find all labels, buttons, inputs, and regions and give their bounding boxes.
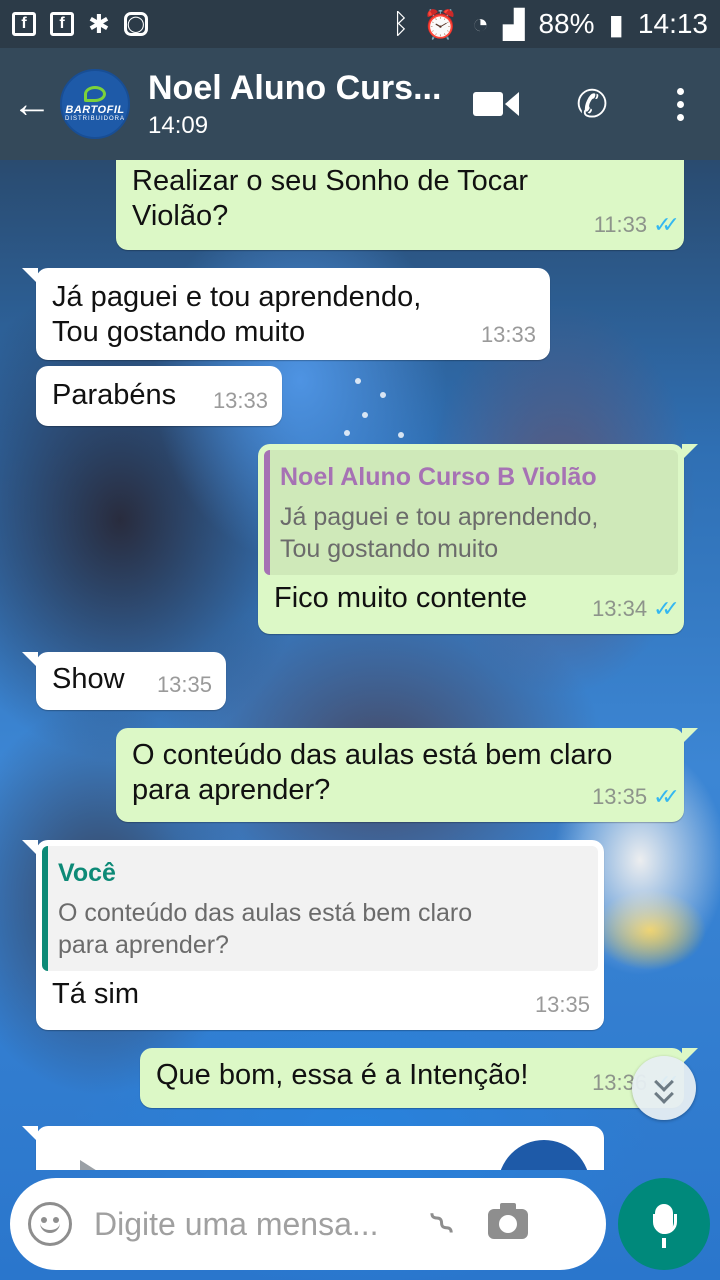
message-outgoing[interactable]: Que bom, essa é a Intenção! 13:36 ✓✓ xyxy=(140,1048,698,1108)
message-composer: Digite uma mensa... ⌇ xyxy=(10,1178,606,1270)
contact-avatar[interactable]: BARTOFIL DISTRIBUIDORA xyxy=(60,69,130,139)
play-icon xyxy=(80,1160,102,1170)
message-incoming-partial[interactable] xyxy=(22,1126,604,1170)
message-incoming-reply[interactable]: Você O conteúdo das aulas está bem claro… xyxy=(22,840,604,1030)
paperclip-icon[interactable]: ⌇ xyxy=(422,1203,464,1245)
quoted-text-line: Tou gostando muito xyxy=(280,535,499,563)
bluetooth-icon: ᛒ xyxy=(392,8,410,39)
message-time: 13:34 xyxy=(592,596,648,621)
system-status: ᛒ ⏰ ◔ ▟ 88% ▮ 14:13 xyxy=(392,8,708,41)
message-meta: 13:33 xyxy=(481,317,536,352)
message-incoming[interactable]: Parabéns 13:33 xyxy=(36,366,282,426)
signal-icon: ▟ xyxy=(502,8,525,40)
clock: 14:13 xyxy=(637,8,708,39)
settings-gear-icon: ✱ xyxy=(88,8,110,39)
contact-info[interactable]: Noel Aluno Curs... 14:09 xyxy=(148,69,448,140)
quoted-author: Você xyxy=(58,859,116,887)
video-call-button[interactable] xyxy=(448,48,544,160)
message-outgoing-reply[interactable]: Noel Aluno Curso B Violão Já paguei e to… xyxy=(258,444,698,634)
phone-icon: ✆ xyxy=(576,83,608,126)
message-time: 13:35 xyxy=(156,672,212,697)
bartofil-logo-icon xyxy=(84,86,106,102)
battery-icon: ▮ xyxy=(608,8,624,40)
message-text-line: Tou gostando muito xyxy=(52,316,306,348)
message-meta: 13:35 ✓✓ xyxy=(592,779,680,814)
quoted-author: Noel Aluno Curso B Violão xyxy=(280,463,597,491)
read-receipt-icon: ✓✓ xyxy=(653,784,680,809)
facebook-icon: f xyxy=(12,12,36,36)
camera-icon[interactable] xyxy=(487,1203,528,1239)
message-meta: 13:35 xyxy=(535,987,590,1022)
quoted-text-line: Já paguei e tou aprendendo, xyxy=(280,503,599,531)
message-meta: 13:35 xyxy=(157,667,212,702)
message-meta: 13:33 xyxy=(213,383,268,418)
sender-avatar xyxy=(498,1140,590,1170)
message-meta: 13:34 ✓✓ xyxy=(592,591,680,626)
quoted-message[interactable]: Você O conteúdo das aulas está bem claro… xyxy=(42,846,598,971)
message-time: 13:35 xyxy=(534,992,590,1017)
video-call-icon xyxy=(473,92,519,116)
alarm-icon: ⏰ xyxy=(423,8,458,40)
message-time: 13:33 xyxy=(480,322,536,347)
quoted-text-line: O conteúdo das aulas está bem claro xyxy=(58,899,473,927)
emoji-icon[interactable] xyxy=(28,1202,72,1246)
more-options-button[interactable] xyxy=(640,48,720,160)
wifi-icon: ◔ xyxy=(471,8,489,39)
message-incoming[interactable]: Show 13:35 xyxy=(22,652,226,710)
scroll-to-bottom-button[interactable] xyxy=(632,1056,696,1120)
message-incoming[interactable]: Já paguei e tou aprendendo, Tou gostando… xyxy=(22,268,550,360)
avatar-subtitle: DISTRIBUIDORA xyxy=(64,116,125,122)
message-text-line: O conteúdo das aulas está bem claro xyxy=(132,739,613,771)
chat-header: ← BARTOFIL DISTRIBUIDORA Noel Aluno Curs… xyxy=(0,48,720,160)
arrow-left-icon: ← xyxy=(12,81,52,126)
battery-percent: 88% xyxy=(538,8,595,39)
status-bar: f f ✱ ◯ ᛒ ⏰ ◔ ▟ 88% ▮ 14:13 xyxy=(0,0,720,48)
mic-icon-arc xyxy=(653,1214,677,1234)
message-time: 13:33 xyxy=(212,388,268,413)
message-text-line: Realizar o seu Sonho de Tocar xyxy=(132,165,529,197)
read-receipt-icon: ✓✓ xyxy=(653,596,680,621)
message-input[interactable]: Digite uma mensa... xyxy=(94,1206,414,1243)
quoted-text-line: para aprender? xyxy=(58,931,229,959)
message-time: 11:33 xyxy=(593,212,648,237)
message-time: 13:35 xyxy=(592,784,648,809)
contact-name: Noel Aluno Curs... xyxy=(148,68,442,107)
notification-icons: f f ✱ ◯ xyxy=(12,9,148,40)
message-outgoing[interactable]: O conteúdo das aulas está bem claro para… xyxy=(116,728,698,822)
voice-call-button[interactable]: ✆ xyxy=(544,48,640,160)
last-seen: 14:09 xyxy=(148,111,209,139)
instagram-icon: ◯ xyxy=(123,12,148,36)
message-text-line: Tá sim xyxy=(52,978,139,1010)
header-actions: ✆ xyxy=(448,48,720,160)
facebook-icon: f xyxy=(50,12,74,36)
message-meta: 11:33 ✓✓ xyxy=(593,207,680,242)
message-outgoing[interactable]: Realizar o seu Sonho de Tocar Violão? 11… xyxy=(116,160,684,250)
back-button[interactable]: ← xyxy=(4,48,60,160)
message-list[interactable]: Realizar o seu Sonho de Tocar Violão? 11… xyxy=(0,160,720,1170)
more-vert-icon xyxy=(676,87,684,121)
quoted-message[interactable]: Noel Aluno Curso B Violão Já paguei e to… xyxy=(264,450,678,575)
read-receipt-icon: ✓✓ xyxy=(653,212,680,237)
avatar-brand: BARTOFIL xyxy=(65,104,125,116)
chevron-double-down-icon xyxy=(654,1072,674,1104)
message-text-line: Já paguei e tou aprendendo, xyxy=(52,281,422,313)
voice-message-button[interactable] xyxy=(618,1178,710,1270)
